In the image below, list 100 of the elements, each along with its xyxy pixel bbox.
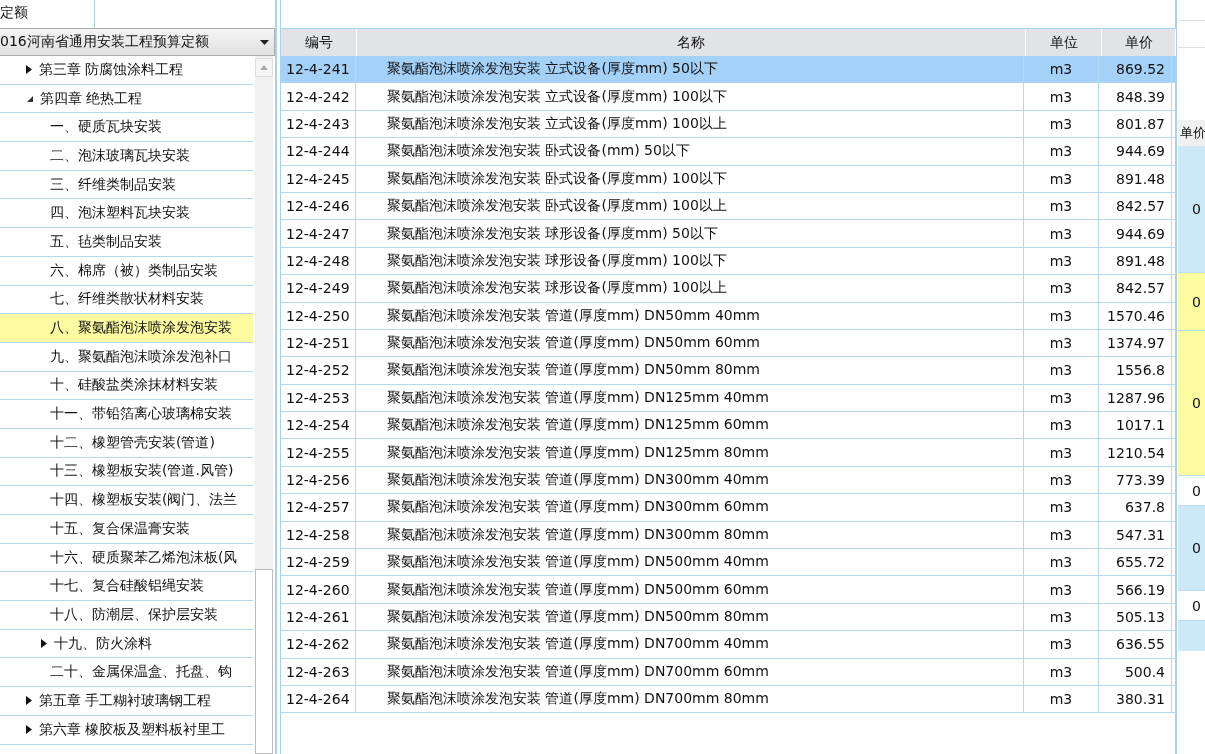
tree-item[interactable]: 一、硬质瓦块安装 — [0, 113, 253, 143]
table-row[interactable]: 12-4-245 聚氨酯泡沫喷涂发泡安装 卧式设备(厚度mm) 100以下 m3 891.48 — [281, 165, 1175, 193]
table-cell: 12-4-245 — [281, 165, 356, 192]
tree-item[interactable]: 十七、复合硅酸铝绳安装 — [0, 572, 253, 602]
collapsed-arrow-icon[interactable] — [41, 639, 48, 649]
tree-item[interactable]: 十六、硬质聚苯乙烯泡沫板(风 — [0, 543, 253, 573]
table-cell: 聚氨酯泡沫喷涂发泡安装 管道(厚度mm) DN125mm 60mm — [356, 412, 1024, 439]
tree-item[interactable]: 十、硅酸盐类涂抹材料安装 — [0, 371, 253, 401]
table-cell: m3 — [1024, 466, 1099, 494]
table-cell: 聚氨酯泡沫喷涂发泡安装 卧式设备(厚度mm) 100以下 — [356, 165, 1024, 192]
tree-item[interactable]: 十三、橡塑板安装(管道.风管) — [0, 457, 253, 487]
tree-item[interactable]: 九、聚氨酯泡沫喷涂发泡补口 — [0, 342, 253, 372]
table-cell: m3 — [1024, 110, 1099, 138]
tree-item[interactable]: 十五、复合保温膏安装 — [0, 515, 253, 544]
table-cell: 773.39 — [1099, 466, 1172, 494]
table-cell: 12-4-244 — [281, 138, 356, 165]
table-row[interactable]: 12-4-258 聚氨酯泡沫喷涂发泡安装 管道(厚度mm) DN300mm 80mm m3 547.31 — [281, 521, 1175, 550]
table-cell: m3 — [1024, 494, 1099, 521]
table-cell: 944.69 — [1099, 138, 1172, 165]
table-cell: 12-4-259 — [281, 549, 356, 576]
table-row[interactable]: 12-4-255 聚氨酯泡沫喷涂发泡安装 管道(厚度mm) DN125mm 80mm m3 1210.54 — [281, 439, 1175, 467]
tree-label: 十三、橡塑板安装(管道.风管) — [50, 462, 234, 481]
table-cell: m3 — [1024, 220, 1099, 247]
table-cell: 12-4-251 — [281, 329, 356, 357]
tree-item[interactable]: 第四章 绝热工程 — [0, 84, 253, 114]
table-row[interactable]: 12-4-261 聚氨酯泡沫喷涂发泡安装 管道(厚度mm) DN500mm 80mm m3 505.13 — [281, 603, 1175, 632]
tree-label: 十八、防潮层、保护层安装 — [50, 605, 218, 624]
table-row[interactable]: 12-4-241 聚氨酯泡沫喷涂发泡安装 立式设备(厚度mm) 50以下 m3 869.52 — [281, 56, 1175, 84]
collapsed-arrow-icon[interactable] — [26, 696, 33, 706]
table-cell: 聚氨酯泡沫喷涂发泡安装 立式设备(厚度mm) 100以上 — [356, 110, 1024, 138]
table-row[interactable]: 12-4-257 聚氨酯泡沫喷涂发泡安装 管道(厚度mm) DN300mm 60mm m3 637.8 — [281, 494, 1175, 522]
table-cell: 12-4-250 — [281, 302, 356, 329]
tree-label: 十六、硬质聚苯乙烯泡沫板(风 — [50, 548, 238, 567]
tree-item[interactable]: 十二、橡塑管壳安装(管道) — [0, 428, 253, 458]
tree-item[interactable]: 十九、防火涂料 — [0, 629, 253, 659]
table-cell: 848.39 — [1099, 83, 1172, 110]
tree-item[interactable]: 第五章 手工糊衬玻璃钢工程 — [0, 687, 253, 716]
table-row[interactable]: 12-4-260 聚氨酯泡沫喷涂发泡安装 管道(厚度mm) DN500mm 60mm m3 566.19 — [281, 576, 1175, 604]
tree-item[interactable]: 第六章 橡胶板及塑料板衬里工 — [0, 715, 253, 745]
table-row[interactable]: 12-4-253 聚氨酯泡沫喷涂发泡安装 管道(厚度mm) DN125mm 40mm m3 1287.96 — [281, 384, 1175, 413]
column-header[interactable]: 单价 — [1178, 120, 1205, 146]
table-cell: m3 — [1024, 439, 1099, 466]
table-cell: m3 — [1024, 384, 1099, 412]
table-cell: m3 — [1024, 247, 1099, 275]
table-cell: 聚氨酯泡沫喷涂发泡安装 管道(厚度mm) DN50mm 60mm — [356, 329, 1024, 357]
library-dropdown[interactable]: 016河南省通用安装工程预算定额 — [0, 28, 275, 56]
table-row[interactable]: 12-4-256 聚氨酯泡沫喷涂发泡安装 管道(厚度mm) DN300mm 40mm m3 773.39 — [281, 466, 1175, 495]
tree-item[interactable]: 三、纤维类制品安装 — [0, 170, 253, 200]
tab[interactable]: 定额 — [0, 0, 95, 28]
table-row[interactable]: 12-4-244 聚氨酯泡沫喷涂发泡安装 卧式设备(mm) 50以下 m3 944.69 — [281, 138, 1175, 166]
table-cell: 12-4-256 — [281, 466, 356, 494]
tree-label: 五、毡类制品安装 — [50, 232, 162, 251]
tree-item[interactable]: 五、毡类制品安装 — [0, 228, 253, 257]
tree-item[interactable]: 十八、防潮层、保护层安装 — [0, 601, 253, 630]
tree-item[interactable]: 二十、金属保温盒、托盘、钩 — [0, 658, 253, 688]
tree-label: 十九、防火涂料 — [54, 634, 152, 653]
tree-item[interactable]: 十一、带铅箔离心玻璃棉安装 — [0, 400, 253, 429]
table-row[interactable]: 12-4-246 聚氨酯泡沫喷涂发泡安装 卧式设备(厚度mm) 100以上 m3 842.57 — [281, 192, 1175, 221]
tree-item[interactable]: 二、泡沫玻璃瓦块安装 — [0, 142, 253, 171]
scroll-thumb[interactable] — [255, 569, 273, 754]
table-row[interactable]: 12-4-249 聚氨酯泡沫喷涂发泡安装 球形设备(厚度mm) 100以上 m3 842.57 — [281, 275, 1175, 303]
tree-item[interactable]: 八、聚氨酯泡沫喷涂发泡安装 — [0, 314, 253, 343]
table-row[interactable]: 12-4-263 聚氨酯泡沫喷涂发泡安装 管道(厚度mm) DN700mm 60mm m3 500.4 — [281, 658, 1175, 686]
table-cell: 聚氨酯泡沫喷涂发泡安装 管道(厚度mm) DN300mm 80mm — [356, 521, 1024, 549]
table-cell: m3 — [1024, 549, 1099, 576]
table-cell: 12-4-260 — [281, 576, 356, 603]
collapsed-arrow-icon[interactable] — [26, 65, 33, 75]
table-row[interactable]: 12-4-250 聚氨酯泡沫喷涂发泡安装 管道(厚度mm) DN50mm 40mm m3 1570.46 — [281, 302, 1175, 330]
collapsed-arrow-icon[interactable] — [26, 725, 33, 735]
table-cell: m3 — [1024, 165, 1099, 192]
table-row[interactable]: 12-4-251 聚氨酯泡沫喷涂发泡安装 管道(厚度mm) DN50mm 60mm m3 1374.97 — [281, 329, 1175, 358]
expanded-arrow-icon[interactable] — [26, 94, 34, 103]
table-cell: 500.4 — [1099, 658, 1172, 685]
tree-item[interactable]: 四、泡沫塑料瓦块安装 — [0, 199, 253, 229]
caret-icon — [260, 39, 269, 45]
tree-label: 二十、金属保温盒、托盘、钩 — [50, 663, 232, 682]
tree-label: 第六章 橡胶板及塑料板衬里工 — [39, 720, 226, 739]
tree-item[interactable]: 第三章 防腐蚀涂料工程 — [0, 56, 253, 85]
table-cell: 聚氨酯泡沫喷涂发泡安装 卧式设备(mm) 50以下 — [356, 138, 1024, 165]
table-cell: 869.52 — [1099, 56, 1172, 83]
tree-label: 二、泡沫玻璃瓦块安装 — [50, 146, 190, 165]
table-cell: 聚氨酯泡沫喷涂发泡安装 管道(厚度mm) DN700mm 60mm — [356, 658, 1024, 685]
table-row[interactable]: 12-4-264 聚氨酯泡沫喷涂发泡安装 管道(厚度mm) DN700mm 80mm m3 380.31 — [281, 686, 1175, 714]
table-row[interactable]: 12-4-243 聚氨酯泡沫喷涂发泡安装 立式设备(厚度mm) 100以上 m3 801.87 — [281, 110, 1175, 139]
tree-item[interactable]: 六、棉席（被）类制品安装 — [0, 256, 253, 286]
table-row[interactable]: 12-4-248 聚氨酯泡沫喷涂发泡安装 球形设备(厚度mm) 100以下 m3 891.48 — [281, 247, 1175, 276]
table-cell: 聚氨酯泡沫喷涂发泡安装 球形设备(厚度mm) 100以下 — [356, 247, 1024, 275]
table-cell: 聚氨酯泡沫喷涂发泡安装 管道(厚度mm) DN700mm 40mm — [356, 631, 1024, 658]
table-row[interactable]: 12-4-242 聚氨酯泡沫喷涂发泡安装 立式设备(厚度mm) 100以下 m3 848.39 — [281, 83, 1175, 111]
table-row[interactable]: 12-4-252 聚氨酯泡沫喷涂发泡安装 管道(厚度mm) DN50mm 80mm m3 1556.8 — [281, 357, 1175, 385]
table-row[interactable]: 12-4-262 聚氨酯泡沫喷涂发泡安装 管道(厚度mm) DN700mm 40mm m3 636.55 — [281, 631, 1175, 659]
table-row[interactable]: 12-4-247 聚氨酯泡沫喷涂发泡安装 球形设备(厚度mm) 50以下 m3 944.69 — [281, 220, 1175, 248]
table-row[interactable]: 12-4-254 聚氨酯泡沫喷涂发泡安装 管道(厚度mm) DN125mm 60mm m3 1017.1 — [281, 412, 1175, 440]
table-cell: m3 — [1024, 576, 1099, 603]
scrollbar[interactable] — [255, 56, 273, 754]
tree-label: 七、纤维类散状材料安装 — [50, 290, 204, 309]
table-cell: 聚氨酯泡沫喷涂发泡安装 管道(厚度mm) DN500mm 40mm — [356, 549, 1024, 576]
tree-item[interactable]: 十四、橡塑板安装(阀门、法兰 — [0, 486, 253, 515]
table-cell: m3 — [1024, 658, 1099, 685]
table-row[interactable]: 12-4-259 聚氨酯泡沫喷涂发泡安装 管道(厚度mm) DN500mm 40mm m3 655.72 — [281, 549, 1175, 577]
